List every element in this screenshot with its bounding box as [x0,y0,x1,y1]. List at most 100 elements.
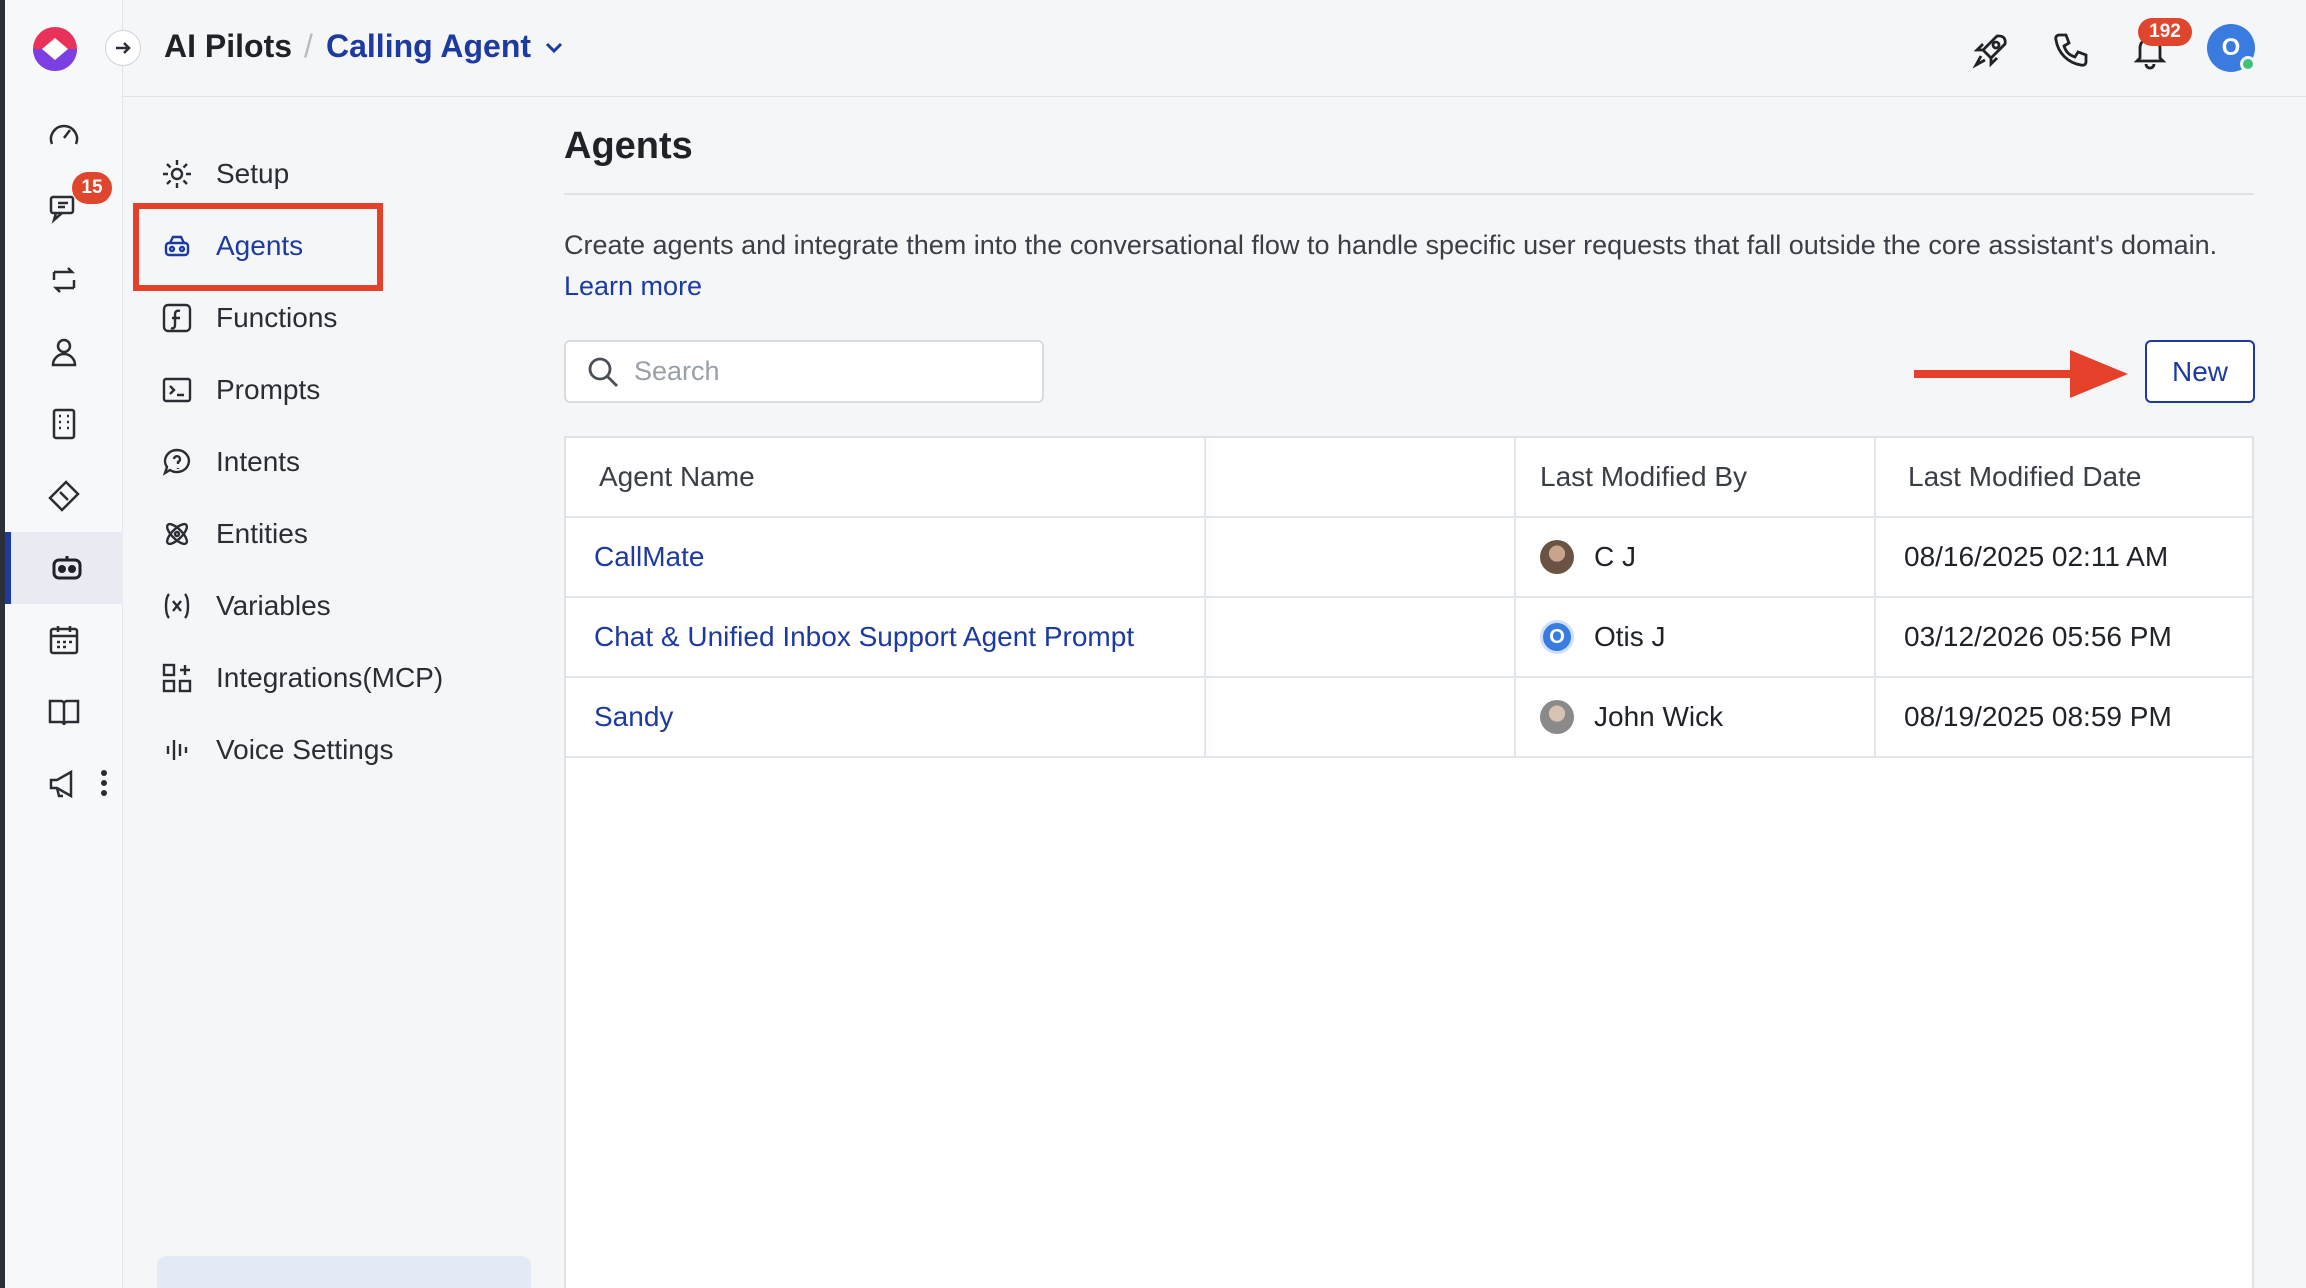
modified-by-cell: C J [1540,518,1636,596]
subnav-label-variables: Variables [216,590,331,621]
subnav-item-functions[interactable]: Functions [160,288,337,348]
rail-calendar[interactable] [5,604,123,676]
column-divider [1514,598,1516,678]
column-divider [1514,518,1516,598]
subnav-label-voice-settings: Voice Settings [216,734,394,765]
dashboard-icon [49,124,79,145]
column-divider [1514,678,1516,758]
rail-contacts[interactable] [5,316,123,388]
phone-icon[interactable] [2051,30,2091,70]
entities-icon [165,522,189,546]
campaigns-icon [49,769,73,799]
arrow-annotation-icon [1914,350,2128,398]
column-divider [1204,518,1206,598]
subnav-label-entities: Entities [216,518,308,549]
column-divider [1204,438,1206,518]
column-divider [1874,598,1876,678]
column-divider [1874,438,1876,518]
function-icon [162,303,192,333]
learn-more-link[interactable]: Learn more [564,271,702,301]
subnav-item-intents[interactable]: Intents [160,432,300,492]
search-box[interactable] [564,340,1044,403]
agent-name-link[interactable]: CallMate [594,518,704,596]
calendar-icon [49,626,79,655]
column-divider [1874,518,1876,598]
app-logo-icon[interactable] [30,24,80,74]
column-divider [1204,678,1206,758]
rail-dashboard[interactable] [5,100,123,172]
description-text: Create agents and integrate them into th… [564,230,2218,260]
modified-date-cell: 08/16/2025 02:11 AM [1904,541,2169,572]
modified-date-cell: 03/12/2026 05:56 PM [1904,621,2172,652]
gear-icon [163,160,191,188]
table-row[interactable]: Chat & Unified Inbox Support Agent Promp… [566,598,2252,678]
subnav-label-setup: Setup [216,158,290,189]
subnav-label-functions: Functions [216,302,338,333]
breadcrumb-current-label: Calling Agent [326,28,532,64]
page-title: Agents [564,125,693,167]
mode-switcher[interactable] [157,1256,531,1288]
table-header-row: Agent Name Last Modified By Last Modifie… [566,438,2252,518]
subnav-item-variables[interactable]: Variables [160,576,331,636]
column-header-last-modified-date[interactable]: Last Modified Date [1908,438,2141,516]
agents-table: Agent Name Last Modified By Last Modifie… [564,436,2254,1288]
modified-by-name: C J [1594,541,1636,572]
chevron-down-icon [545,42,563,53]
subnav-label-integrations: Integrations(MCP) [216,662,444,693]
agents-annotation-box [133,203,383,291]
modified-by-name: Otis J [1594,621,1666,652]
intent-icon [162,448,191,476]
column-divider [1514,438,1516,518]
column-divider [1874,678,1876,758]
subnav-item-entities[interactable]: Entities [160,504,308,564]
search-icon [588,357,618,387]
online-status-dot [2240,56,2256,72]
table-row[interactable]: Sandy John Wick 08/19/2025 08:59 PM [566,678,2252,758]
modified-by-cell: John Wick [1540,678,1723,756]
subnav-label-intents: Intents [216,446,301,477]
subnav-item-integrations[interactable]: Integrations(MCP) [160,648,443,708]
contacts-icon [51,338,77,367]
prompt-icon [162,377,192,403]
breadcrumb-current[interactable]: Calling Agent [326,28,565,65]
integrations-icon [162,663,192,693]
new-agent-button[interactable]: New [2145,340,2255,403]
conversations-badge: 15 [72,172,112,204]
rail-tickets[interactable] [5,460,123,532]
modified-by-name: John Wick [1594,701,1724,732]
company-icon [52,408,76,440]
more-icon[interactable] [98,768,110,798]
column-header-last-modified-by[interactable]: Last Modified By [1540,438,1747,516]
rail-ai-pilots[interactable] [5,532,123,604]
page-description: Create agents and integrate them into th… [564,225,2254,307]
expand-sidebar-button[interactable] [105,30,141,66]
workflows-icon [52,267,76,293]
column-divider [1204,598,1206,678]
ai-pilots-icon [52,556,82,580]
tickets-icon [48,480,80,512]
left-rail: 15 [0,0,123,1288]
table-row[interactable]: CallMate C J 08/16/2025 02:11 AM [566,518,2252,598]
rail-company[interactable] [5,388,123,460]
title-divider [564,193,2254,195]
column-header-agent-name[interactable]: Agent Name [599,438,755,516]
rocket-icon[interactable] [1971,30,2011,70]
knowledge-icon [48,699,80,726]
agent-name-link[interactable]: Chat & Unified Inbox Support Agent Promp… [594,598,1134,676]
breadcrumb-separator: / [304,28,313,64]
breadcrumb-root[interactable]: AI Pilots [164,28,292,65]
avatar [1540,540,1574,574]
agent-name-link[interactable]: Sandy [594,678,673,756]
avatar: O [1540,620,1574,654]
subnav-item-setup[interactable]: Setup [160,144,289,204]
subnav-item-voice-settings[interactable]: Voice Settings [160,720,393,780]
top-header: AI Pilots / Calling Agent 192 O [105,0,2306,97]
rail-workflows[interactable] [5,244,123,316]
subnav-item-prompts[interactable]: Prompts [160,360,320,420]
variables-icon [164,593,190,619]
rail-knowledge[interactable] [5,676,123,748]
modified-date-cell: 08/19/2025 08:59 PM [1904,701,2172,732]
modified-by-cell: O Otis J [1540,598,1666,676]
search-input[interactable] [634,356,1014,387]
voice-icon [166,740,188,760]
